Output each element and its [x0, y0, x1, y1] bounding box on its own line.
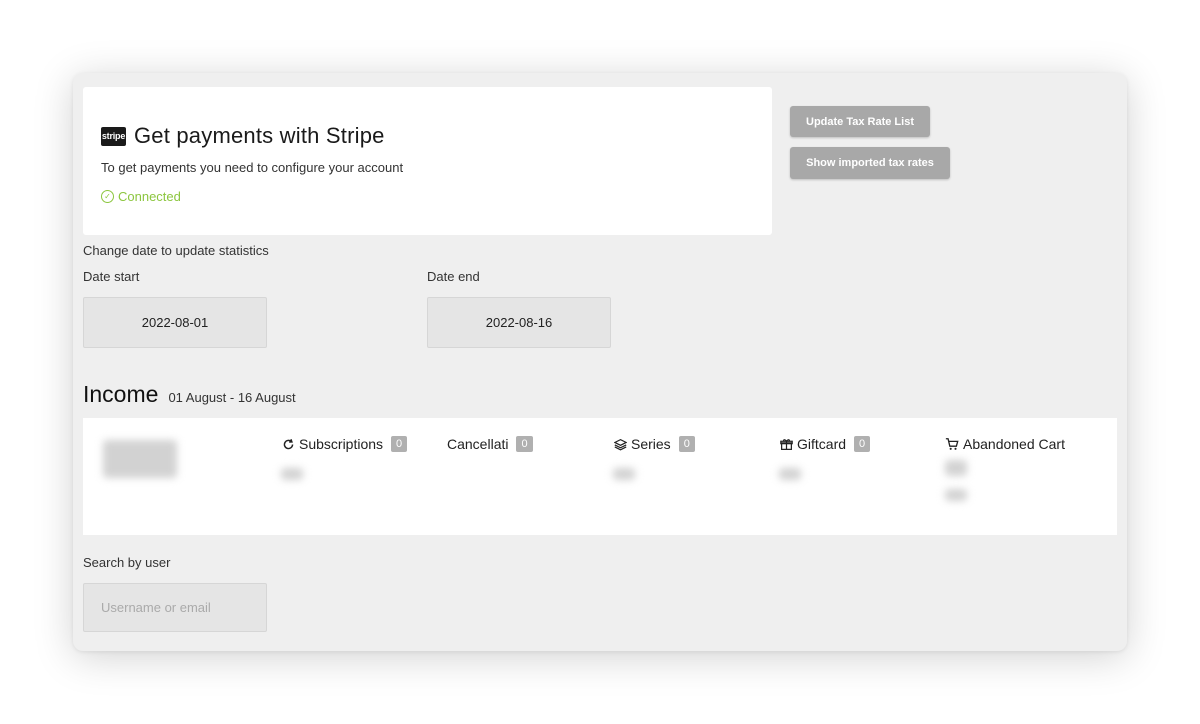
stat-label: Cancellati [447, 436, 509, 452]
stat-label: Subscriptions [299, 436, 384, 452]
stat-giftcard: Giftcard 0 [779, 436, 871, 452]
stat-count-badge: 0 [391, 436, 408, 452]
income-card: Subscriptions 0 Cancellati 0 Series 0 Gi… [83, 418, 1117, 535]
date-intro: Change date to update statistics [83, 243, 269, 258]
stat-label: Series [631, 436, 671, 452]
stat-count-badge: 0 [854, 436, 871, 452]
stat-cancellati: Cancellati 0 [447, 436, 533, 452]
date-start-label: Date start [83, 269, 140, 284]
income-header: Income 01 August - 16 August [83, 381, 296, 408]
app-window: stripe Get payments with Stripe To get p… [73, 73, 1127, 651]
blurred-value [945, 489, 967, 501]
blurred-value [281, 468, 303, 480]
blurred-value [779, 468, 801, 480]
stat-series: Series 0 [613, 436, 695, 452]
date-end-input[interactable]: 2022-08-16 [427, 297, 611, 348]
search-user-input[interactable] [83, 583, 267, 632]
income-date-range: 01 August - 16 August [168, 390, 296, 405]
date-end-label: Date end [427, 269, 480, 284]
stripe-description: To get payments you need to configure yo… [101, 160, 404, 175]
stat-count-badge: 0 [678, 436, 695, 452]
stat-label: Abandoned Cart [963, 436, 1065, 452]
stripe-title: Get payments with Stripe [134, 123, 385, 148]
stat-label: Giftcard [797, 436, 847, 452]
blurred-total [103, 440, 177, 478]
connection-status-label: Connected [118, 189, 181, 204]
update-tax-rate-button[interactable]: Update Tax Rate List [790, 106, 930, 137]
blurred-value [945, 460, 967, 476]
blurred-value [613, 468, 635, 480]
stripe-card: stripe Get payments with Stripe To get p… [83, 87, 772, 235]
layers-icon [613, 437, 627, 451]
stat-abandoned-cart: Abandoned Cart [945, 436, 1065, 452]
connection-status: ✓ Connected [101, 189, 181, 204]
search-label: Search by user [83, 555, 171, 570]
stat-subscriptions: Subscriptions 0 [281, 436, 408, 452]
stripe-logo-icon: stripe [101, 126, 126, 146]
date-start-input[interactable]: 2022-08-01 [83, 297, 267, 348]
show-imported-tax-rates-button[interactable]: Show imported tax rates [790, 147, 950, 179]
check-circle-icon: ✓ [101, 190, 114, 203]
income-title: Income [83, 381, 159, 407]
stripe-header: stripe Get payments with Stripe [101, 123, 385, 149]
gift-icon [779, 437, 793, 451]
refresh-icon [281, 437, 295, 451]
stat-count-badge: 0 [516, 436, 533, 452]
cart-icon [945, 437, 959, 451]
